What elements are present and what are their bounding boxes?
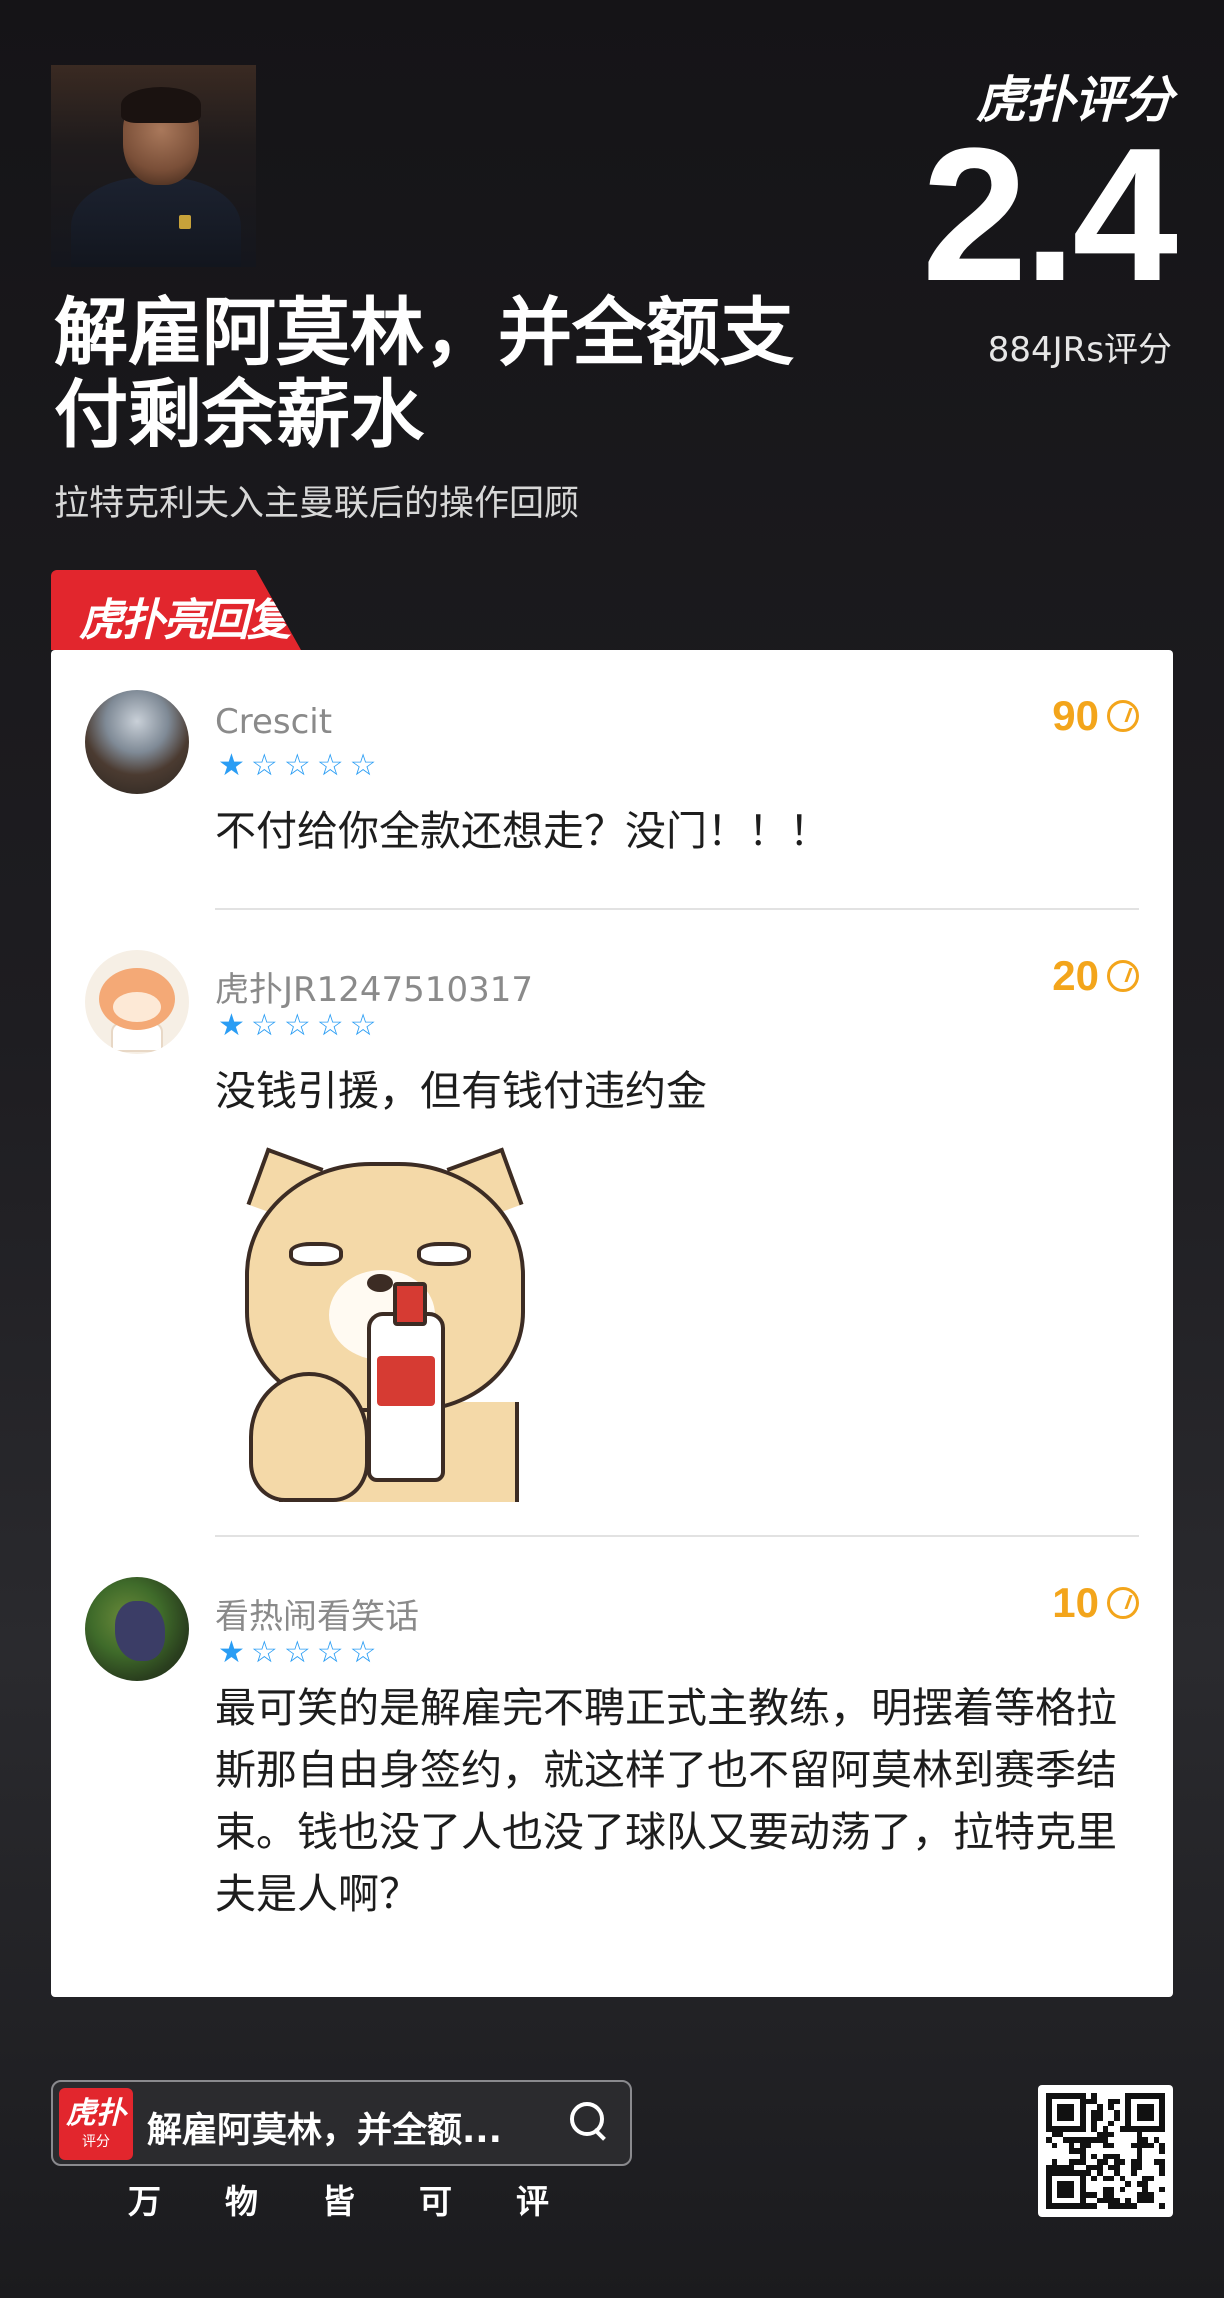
slogan: 万 物 皆 可 评 xyxy=(128,2175,549,2223)
avatar[interactable] xyxy=(85,950,189,1054)
divider xyxy=(215,908,1139,910)
star-empty-icon: ☆ xyxy=(349,1635,377,1670)
comment-text: 没钱引援，但有钱付违约金 xyxy=(215,1067,707,1115)
search-icon[interactable] xyxy=(570,2102,608,2140)
like-button[interactable]: 10 xyxy=(1052,1579,1139,1627)
avatar[interactable] xyxy=(85,1577,189,1681)
star-empty-icon: ☆ xyxy=(316,1635,344,1670)
like-button[interactable]: 20 xyxy=(1052,952,1139,1000)
star-rating: ★ ☆ ☆ ☆ ☆ xyxy=(218,750,377,782)
slogan-char: 物 xyxy=(225,2182,258,2221)
rating-count: 884JRs评分 xyxy=(987,330,1172,370)
star-filled-icon: ★ xyxy=(218,748,245,783)
hot-replies-label: 虎扑亮回复 xyxy=(79,595,291,646)
qr-code-pattern xyxy=(1046,2093,1165,2209)
slogan-char: 评 xyxy=(516,2182,549,2221)
star-empty-icon: ☆ xyxy=(283,748,311,783)
star-empty-icon: ☆ xyxy=(316,748,344,783)
page-subtitle: 拉特克利夫入主曼联后的操作回顾 xyxy=(54,484,580,524)
star-empty-icon: ☆ xyxy=(349,748,377,783)
lightbulb-icon xyxy=(1107,960,1139,992)
star-rating: ★ ☆ ☆ ☆ ☆ xyxy=(218,1010,377,1042)
like-button[interactable]: 90 xyxy=(1052,692,1139,740)
divider xyxy=(215,1535,1139,1537)
comment-text: 最可笑的是解雇完不聘正式主教练，明摆着等格拉斯那自由身签约，就这样了也不留阿莫林… xyxy=(215,1684,1117,1918)
star-empty-icon: ☆ xyxy=(250,1635,278,1670)
star-filled-icon: ★ xyxy=(218,1635,245,1670)
like-count: 20 xyxy=(1052,952,1099,999)
logo-subtext: 评分 xyxy=(82,2134,110,2150)
sticker-image[interactable] xyxy=(219,1147,549,1502)
like-count: 90 xyxy=(1052,692,1099,739)
avatar[interactable] xyxy=(85,690,189,794)
qr-code[interactable] xyxy=(1038,2085,1173,2217)
slogan-char: 皆 xyxy=(322,2182,355,2221)
score-value: 2.4 xyxy=(921,109,1178,321)
logo-text: 虎扑 xyxy=(66,2096,126,2131)
hot-replies-tab: 虎扑亮回复 xyxy=(51,570,301,650)
star-empty-icon: ☆ xyxy=(250,1008,278,1043)
star-empty-icon: ☆ xyxy=(349,1008,377,1043)
page-title: 解雇阿莫林，并全额支付剩余薪水 xyxy=(54,290,794,458)
slogan-char: 万 xyxy=(128,2182,161,2221)
comment-username[interactable]: 看热闹看笑话 xyxy=(215,1589,419,1638)
star-empty-icon: ☆ xyxy=(283,1008,311,1043)
star-empty-icon: ☆ xyxy=(283,1635,311,1670)
comments-card: Crescit ★ ☆ ☆ ☆ ☆ 90 不付给你全款还想走？没门！！！ 虎扑J… xyxy=(51,650,1173,1997)
search-query[interactable]: 解雇阿莫林，并全额... xyxy=(147,2102,547,2153)
comment-username[interactable]: Crescit xyxy=(215,702,332,742)
slogan-char: 可 xyxy=(419,2182,452,2221)
lightbulb-icon xyxy=(1107,700,1139,732)
hupu-score-logo: 虎扑 评分 xyxy=(59,2088,133,2160)
star-empty-icon: ☆ xyxy=(250,748,278,783)
like-count: 10 xyxy=(1052,1579,1099,1626)
star-empty-icon: ☆ xyxy=(316,1008,344,1043)
star-rating: ★ ☆ ☆ ☆ ☆ xyxy=(218,1637,377,1669)
star-filled-icon: ★ xyxy=(218,1008,245,1043)
subject-photo xyxy=(51,65,256,267)
comment-text: 不付给你全款还想走？没门！！！ xyxy=(215,807,830,855)
lightbulb-icon xyxy=(1107,1587,1139,1619)
search-bar[interactable]: 虎扑 评分 解雇阿莫林，并全额... xyxy=(51,2080,632,2166)
comment-username[interactable]: 虎扑JR1247510317 xyxy=(215,962,533,1011)
